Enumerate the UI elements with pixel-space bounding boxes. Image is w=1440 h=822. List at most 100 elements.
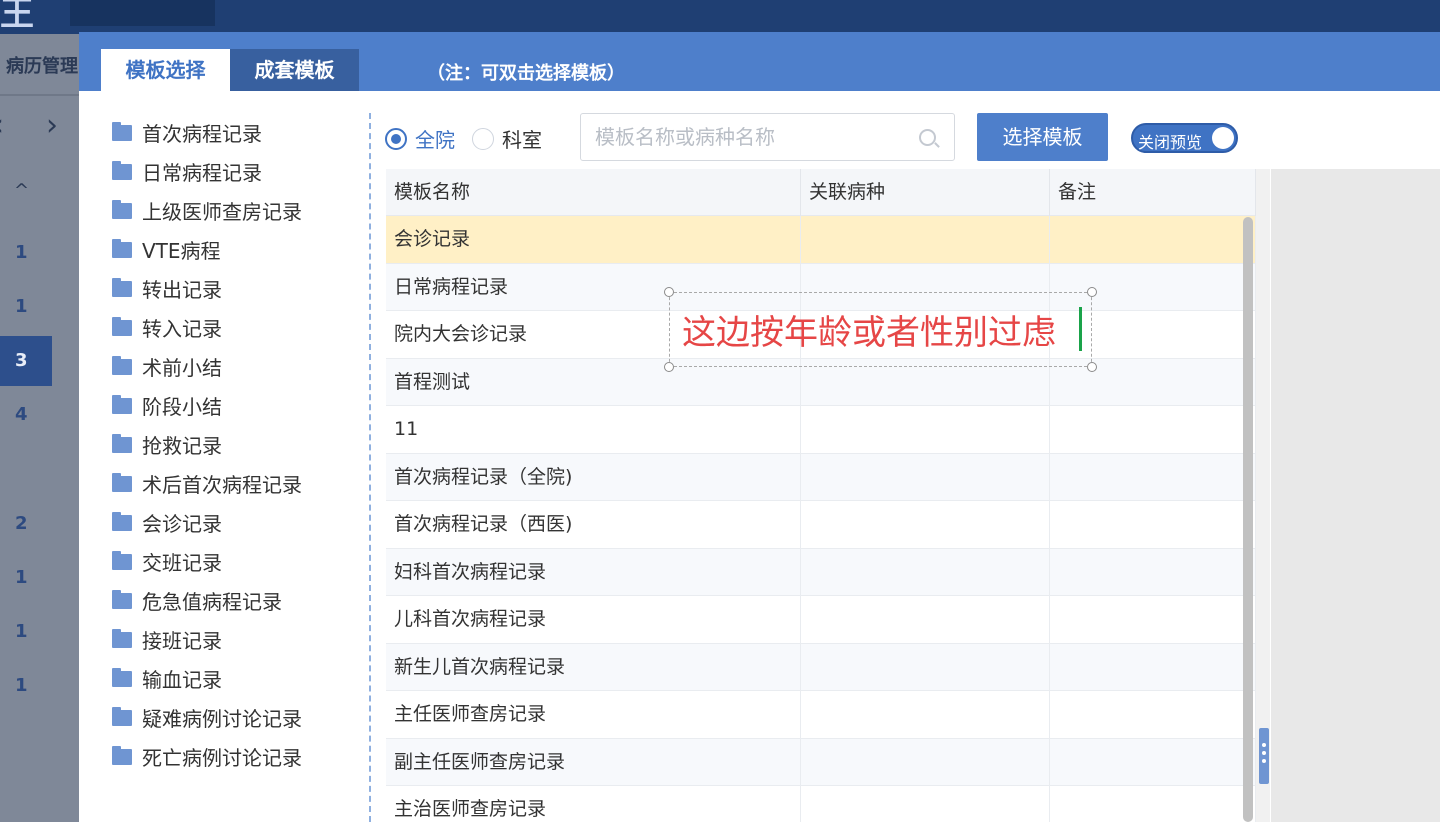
cell-disease: [801, 453, 1050, 501]
table-scrollbar-track[interactable]: [1256, 169, 1270, 822]
tab-template-set[interactable]: 成套模板: [230, 49, 359, 91]
tree-item[interactable]: 上级医师查房记录: [109, 191, 359, 230]
folder-icon: [112, 511, 132, 531]
list-count-selected[interactable]: 3: [0, 336, 52, 386]
cell-remark: [1050, 738, 1256, 786]
toggle-knob[interactable]: [1212, 127, 1234, 149]
annotation-textbox[interactable]: 这边按年龄或者性别过虑: [664, 287, 1097, 372]
folder-icon: [112, 628, 132, 648]
tree-item[interactable]: 危急值病程记录: [109, 581, 359, 620]
tree-item[interactable]: 首次病程记录: [109, 113, 359, 152]
folder-icon: [112, 472, 132, 492]
table-row[interactable]: 会诊记录: [386, 216, 1256, 264]
tree-item[interactable]: 转出记录: [109, 269, 359, 308]
resize-handle[interactable]: [1087, 287, 1097, 297]
cell-disease: [801, 691, 1050, 738]
folder-icon: [112, 238, 132, 258]
column-header-name[interactable]: 模板名称: [386, 169, 801, 216]
cell-disease: [801, 548, 1050, 596]
tree-item-label: 抢救记录: [142, 434, 222, 458]
table-row[interactable]: 妇科首次病程记录: [386, 548, 1256, 596]
tree-item[interactable]: 术后首次病程记录: [109, 464, 359, 503]
tab-template-select[interactable]: 模板选择: [101, 49, 230, 91]
sidebar-divider: [0, 94, 80, 96]
column-header-remark[interactable]: 备注: [1050, 169, 1256, 216]
radio-checked-icon[interactable]: [385, 127, 407, 150]
tree-item[interactable]: 日常病程记录: [109, 152, 359, 191]
tree-item-label: 交班记录: [142, 551, 222, 575]
table-row[interactable]: 新生儿首次病程记录: [386, 643, 1256, 691]
tree-item-label: 术后首次病程记录: [142, 473, 302, 497]
table-row[interactable]: 首次病程记录（全院): [386, 453, 1256, 501]
select-template-button[interactable]: 选择模板: [977, 113, 1108, 161]
preview-toggle[interactable]: 关闭预览: [1131, 123, 1238, 153]
list-count[interactable]: 1: [15, 567, 33, 588]
chevron-up-icon[interactable]: ^: [14, 180, 29, 201]
resize-handle[interactable]: [664, 362, 674, 372]
cell-remark: [1050, 216, 1256, 263]
cell-remark: [1050, 786, 1256, 822]
search-box[interactable]: [580, 113, 955, 161]
list-count[interactable]: 4: [15, 404, 33, 425]
resize-handle[interactable]: [1087, 362, 1097, 372]
radio-whole-hospital[interactable]: 全院: [385, 124, 455, 153]
folder-icon: [112, 550, 132, 570]
tree-item[interactable]: 术前小结: [109, 347, 359, 386]
text-cursor: [1079, 307, 1082, 351]
table-row[interactable]: 11: [386, 406, 1256, 454]
search-icon[interactable]: [919, 129, 936, 146]
tree-item-label: 上级医师查房记录: [142, 200, 302, 224]
tree-item[interactable]: 接班记录: [109, 620, 359, 659]
table-row[interactable]: 儿科首次病程记录: [386, 596, 1256, 644]
tree-item-label: 输血记录: [142, 668, 222, 692]
tree-item-label: 死亡病例讨论记录: [142, 746, 302, 770]
folder-icon: [112, 745, 132, 765]
radio-unchecked-icon[interactable]: [472, 127, 494, 150]
cell-template-name: 首次病程记录（全院): [386, 453, 801, 501]
tree-item-label: 会诊记录: [142, 512, 222, 536]
table-row[interactable]: 副主任医师查房记录: [386, 738, 1256, 786]
tree-item-label: 转入记录: [142, 317, 222, 341]
table-row[interactable]: 首次病程记录（西医): [386, 501, 1256, 549]
list-count[interactable]: 1: [15, 242, 33, 263]
cell-template-name: 11: [386, 406, 801, 453]
list-count[interactable]: 1: [15, 621, 33, 642]
cell-disease: [801, 738, 1050, 786]
tree-item-label: 首次病程记录: [142, 122, 262, 146]
toggle-label: 关闭预览: [1138, 133, 1203, 152]
tree-item-label: 阶段小结: [142, 395, 222, 419]
table-row[interactable]: 主治医师查房记录: [386, 786, 1256, 822]
nav-item-active[interactable]: [70, 0, 215, 26]
search-input[interactable]: [595, 124, 905, 150]
folder-icon: [112, 160, 132, 180]
splitter-handle[interactable]: [1259, 728, 1269, 784]
radio-department[interactable]: 科室: [472, 124, 542, 153]
panel-divider: [369, 113, 371, 822]
tree-item[interactable]: 转入记录: [109, 308, 359, 347]
tree-item[interactable]: 死亡病例讨论记录: [109, 737, 359, 776]
folder-icon: [112, 316, 132, 336]
tree-item[interactable]: 抢救记录: [109, 425, 359, 464]
chevron-right-icon[interactable]: ›: [46, 108, 58, 143]
chevron-left-icon[interactable]: ‹: [0, 108, 4, 143]
tree-item[interactable]: VTE病程: [109, 230, 359, 269]
tree-item[interactable]: 交班记录: [109, 542, 359, 581]
table-scrollbar-thumb[interactable]: [1243, 217, 1253, 822]
folder-icon: [112, 394, 132, 414]
folder-icon: [112, 589, 132, 609]
list-count[interactable]: 1: [15, 296, 33, 317]
tree-item-label: 日常病程记录: [142, 161, 262, 185]
tree-item[interactable]: 疑难病例讨论记录: [109, 698, 359, 737]
tree-item[interactable]: 会诊记录: [109, 503, 359, 542]
tree-item[interactable]: 阶段小结: [109, 386, 359, 425]
resize-handle[interactable]: [664, 287, 674, 297]
cell-disease: [801, 596, 1050, 643]
cell-disease: [801, 786, 1050, 822]
tree-item[interactable]: 输血记录: [109, 659, 359, 698]
preview-panel: [1271, 169, 1440, 822]
table-row[interactable]: 主任医师查房记录: [386, 691, 1256, 739]
list-count[interactable]: 1: [15, 675, 33, 696]
list-count[interactable]: 2: [15, 513, 33, 534]
annotation-text[interactable]: 这边按年龄或者性别过虑: [682, 305, 1056, 354]
column-header-disease[interactable]: 关联病种: [801, 169, 1050, 216]
